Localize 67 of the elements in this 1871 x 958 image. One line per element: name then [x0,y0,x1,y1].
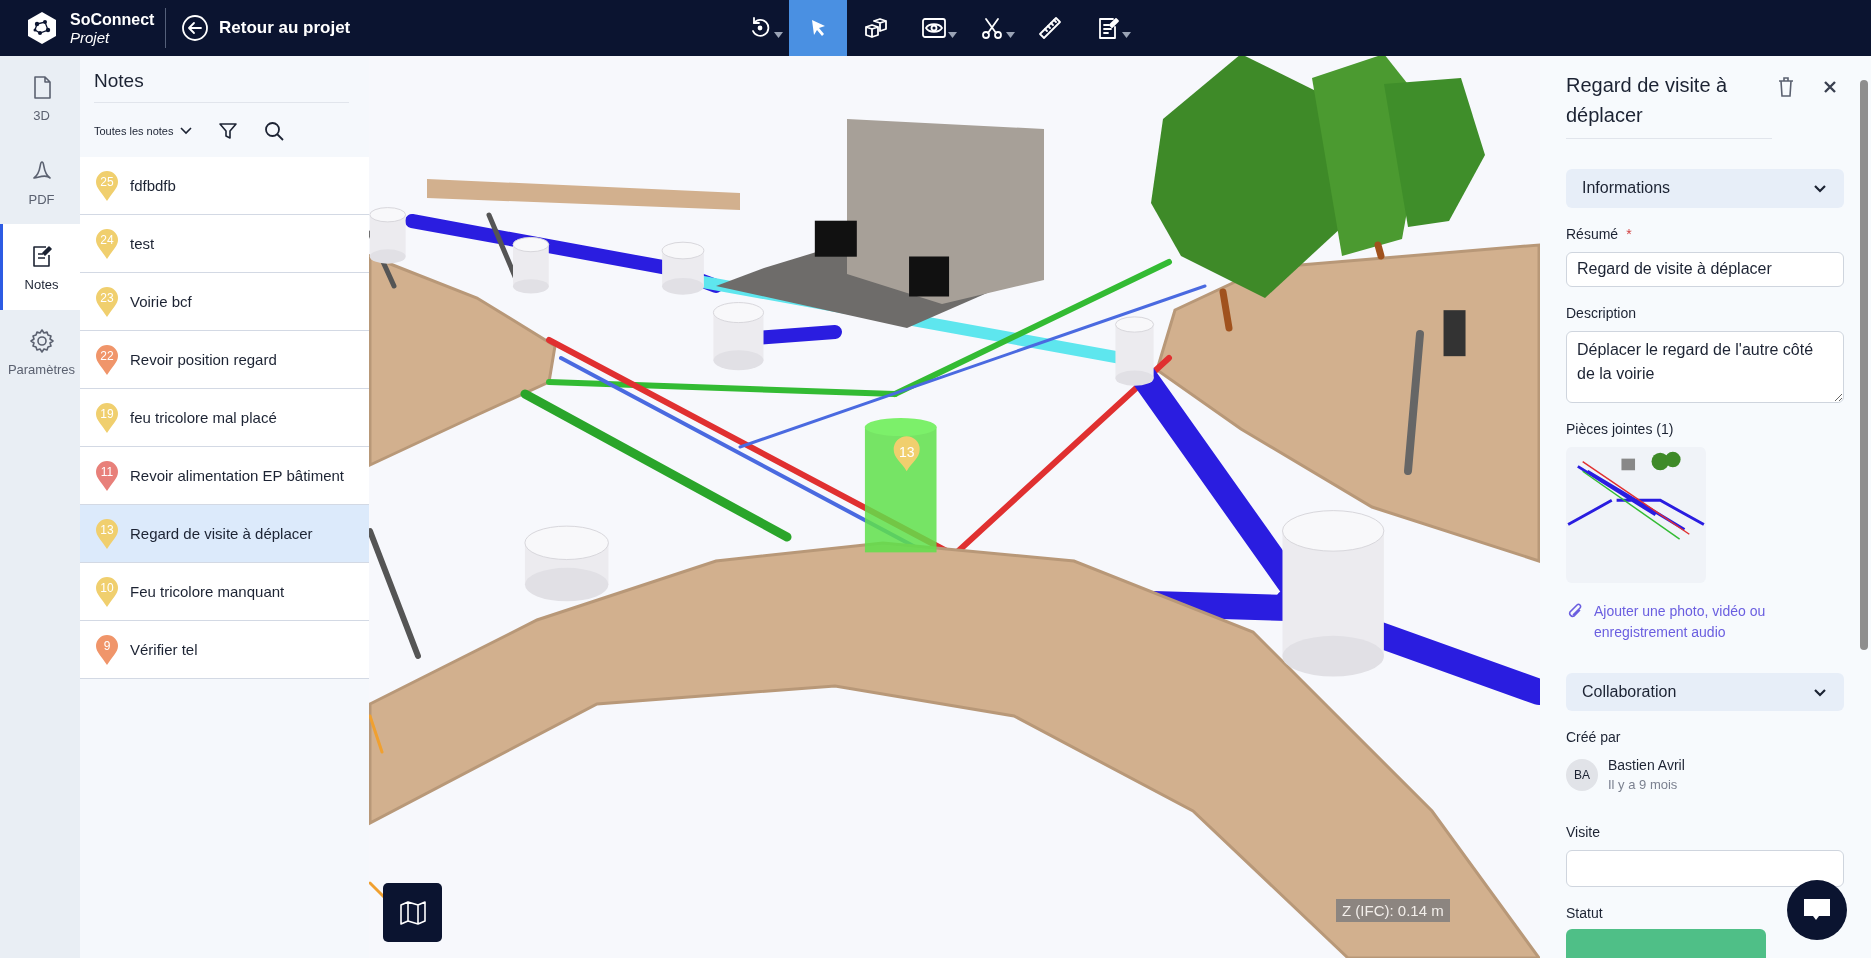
note-title: feu tricolore mal placé [130,409,277,426]
map-icon [397,898,428,927]
settings-icon [28,327,55,354]
note-pin: 11 [96,460,118,491]
eye-icon [921,15,947,41]
created-time: Il y a 9 mois [1608,777,1679,793]
field-label: Description [1566,304,1637,321]
note-title: Regard de visite à déplacer [130,525,313,542]
section-header[interactable]: Informations [1566,169,1844,208]
scissors-icon [979,15,1005,41]
filter-dropdown[interactable]: Toutes les notes [94,125,192,137]
note-title: test [130,235,155,252]
note-pin: 22 [96,344,118,375]
visit-field[interactable] [1566,850,1844,887]
search-icon[interactable] [263,121,284,141]
field-label: Pièces jointes (1) [1566,420,1674,437]
chevron-down-icon [179,127,192,135]
note-title: Revoir alimentation EP bâtiment [130,467,344,484]
author-name: Bastien Avril [1608,757,1685,774]
caret-icon [948,32,957,38]
rail-tab[interactable]: Paramètres [0,310,80,394]
note-pin: 23 [96,286,118,317]
scrollbar-thumb[interactable] [1860,80,1868,650]
logo-subtitle: Projet [70,29,111,45]
rail-tab[interactable]: 3D [0,56,80,140]
note-title: fdfbdfb [130,177,176,194]
back-button[interactable]: Retour au projet [181,14,351,42]
field-label: Créé par [1566,729,1621,746]
rail-tab[interactable]: Notes [0,224,80,310]
rail-tab[interactable]: PDF [0,140,80,224]
note-title: Feu tricolore manquant [130,583,285,600]
note-title: Regard de visite à déplacer [1566,70,1772,139]
note-pin: 24 [96,228,118,259]
required-mark: * [1626,225,1632,242]
filter-icon[interactable] [217,121,238,141]
chevron-down-icon [1814,687,1826,697]
note-pin: 13 [96,518,118,549]
note-item[interactable]: 13 Regard de visite à déplacer [80,505,369,563]
delete-button[interactable] [1776,76,1796,98]
note-pin: 25 [96,170,118,201]
field-label: Résumé [1566,225,1619,242]
summary-field[interactable]: Regard de visite à déplacer [1566,251,1844,287]
chevron-down-icon [1814,183,1826,193]
field-label: Statut [1566,904,1603,921]
logo-title: SoConnect [70,11,155,28]
note-title: Vérifier tel [130,641,198,658]
z-reading: Z (IFC): 0.14 m [1336,899,1450,922]
caret-icon [1006,32,1015,38]
map-button[interactable] [383,883,442,942]
cubes-icon [863,15,889,41]
avatar: BA [1566,758,1598,791]
section-header[interactable]: Collaboration [1566,672,1844,712]
note-pin: 19 [96,402,118,433]
add-attachment-link[interactable]: Ajouter une photo, vidéo ou enregistrement audio [1566,600,1844,643]
caret-icon [1122,32,1131,38]
ruler-icon [1037,15,1063,41]
trash-icon [1776,76,1796,98]
panel-title: Notes [94,70,349,103]
note-title: Voirie bcf [130,293,192,310]
note-pin: 10 [96,576,118,607]
note-pin: 9 [96,634,118,665]
field-label: Visite [1566,824,1600,840]
note-title: Revoir position regard [130,351,277,368]
status-field[interactable] [1566,928,1766,958]
description-field[interactable]: Déplacer le regard de l'autre côté de la voirie [1566,330,1844,403]
caret-icon [774,32,783,38]
chat-button[interactable] [1787,880,1847,940]
